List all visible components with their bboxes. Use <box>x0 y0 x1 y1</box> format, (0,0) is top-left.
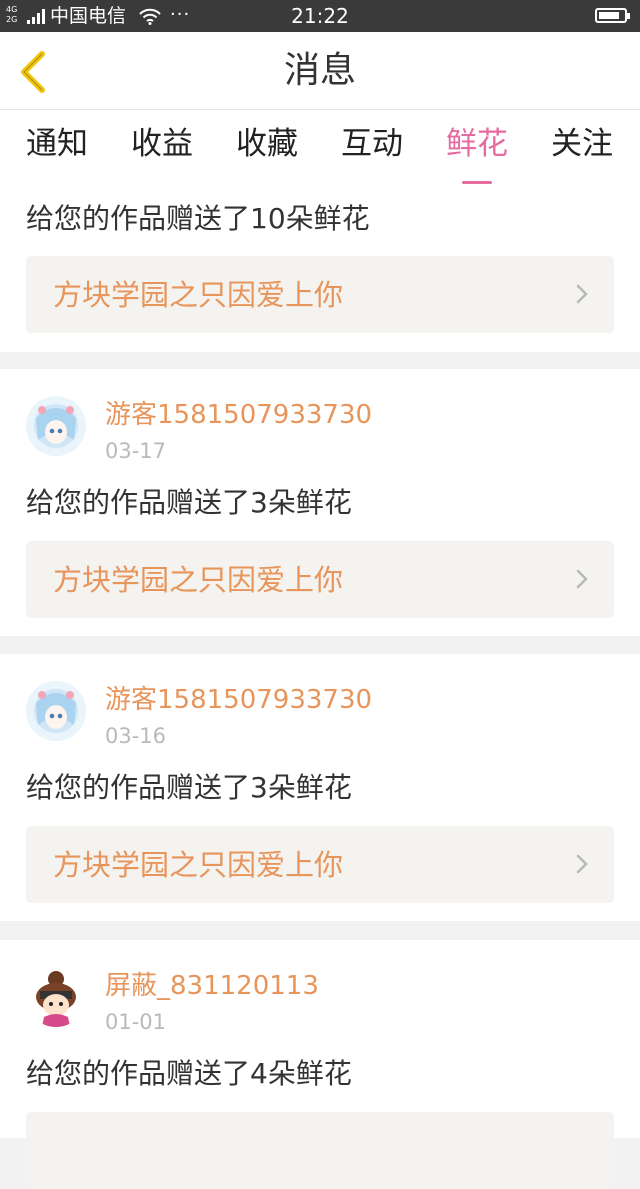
work-title: 方块学园之只因爱上你 <box>53 848 344 882</box>
gift-text: 给您的作品赠送了3朵鲜花 <box>26 486 352 519</box>
tab-earnings[interactable]: 收益 <box>117 124 207 164</box>
message-card: 给您的作品赠送了10朵鲜花 方块学园之只因爱上你 <box>0 186 640 352</box>
message-date: 01-01 <box>105 1010 167 1034</box>
message-date: 03-17 <box>105 439 167 463</box>
message-date: 03-16 <box>105 724 167 748</box>
work-link[interactable]: 方块学园之只因爱上你 <box>26 541 614 618</box>
tab-bar: 通知 收益 收藏 互动 鲜花 关注 <box>0 110 640 186</box>
tab-notifications[interactable]: 通知 <box>12 124 102 164</box>
message-card: 游客1581507933730 03-17 给您的作品赠送了3朵鲜花 方块学园之… <box>0 369 640 636</box>
tab-favorites[interactable]: 收藏 <box>222 124 312 164</box>
work-link[interactable]: 方块学园之只因爱上你 <box>26 256 614 333</box>
page-title: 消息 <box>283 50 356 91</box>
work-link[interactable]: 方块学园之只因爱上你 <box>26 826 614 903</box>
tab-following[interactable]: 关注 <box>537 124 627 164</box>
username[interactable]: 游客1581507933730 <box>105 400 372 430</box>
work-title: 方块学园之只因爱上你 <box>53 278 344 312</box>
avatar[interactable] <box>26 396 86 456</box>
clock: 21:22 <box>291 4 349 28</box>
work-title: 方块学园之只因爱上你 <box>53 563 344 597</box>
chevron-right-icon <box>576 854 588 874</box>
battery-icon <box>595 8 630 23</box>
avatar[interactable] <box>26 681 86 741</box>
avatar[interactable] <box>26 967 86 1027</box>
gift-text: 给您的作品赠送了4朵鲜花 <box>26 1057 352 1090</box>
active-tab-indicator <box>462 181 492 184</box>
tab-flowers[interactable]: 鲜花 <box>432 124 522 184</box>
gift-text: 给您的作品赠送了10朵鲜花 <box>26 202 370 235</box>
work-link[interactable] <box>26 1112 614 1189</box>
chevron-right-icon <box>576 284 588 304</box>
message-card: 屏蔽_831120113 01-01 给您的作品赠送了4朵鲜花 <box>0 940 640 1189</box>
username[interactable]: 屏蔽_831120113 <box>105 971 319 1001</box>
tab-interactions[interactable]: 互动 <box>327 124 417 164</box>
message-card: 游客1581507933730 03-16 给您的作品赠送了3朵鲜花 方块学园之… <box>0 654 640 921</box>
gift-text: 给您的作品赠送了3朵鲜花 <box>26 771 352 804</box>
chevron-right-icon <box>576 569 588 589</box>
status-bar: 4G 2G 中国电信 ··· 21:22 <box>0 0 640 32</box>
username[interactable]: 游客1581507933730 <box>105 685 372 715</box>
nav-header: 消息 <box>0 32 640 110</box>
